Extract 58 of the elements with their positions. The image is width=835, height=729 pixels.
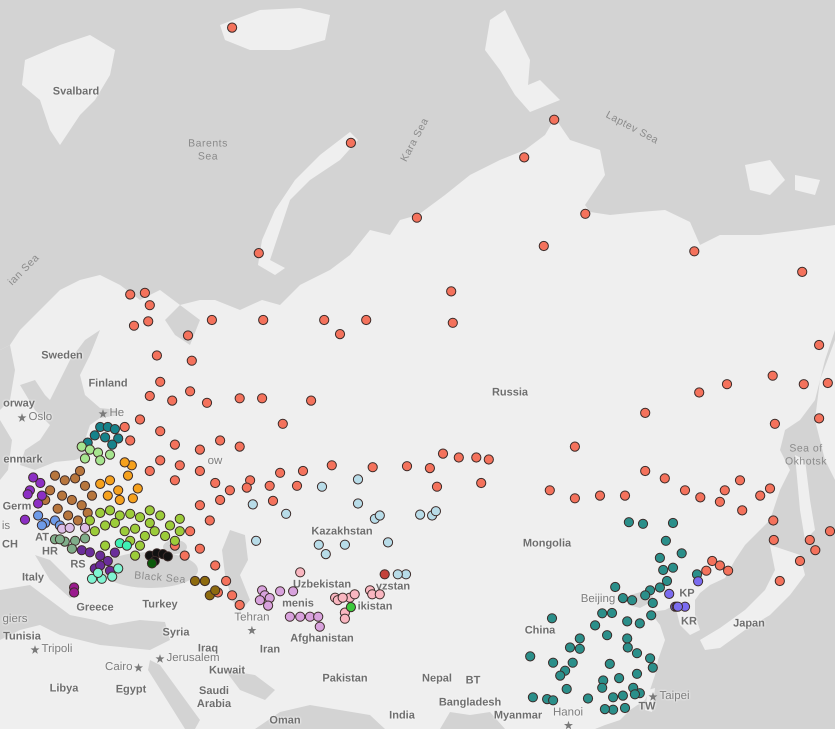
country-label: ikistan [358, 600, 392, 614]
country-label: Turkey [142, 598, 178, 612]
country-label: Sweden [41, 349, 83, 363]
sea-label: ian Sea [6, 252, 42, 288]
city-label: He [110, 407, 124, 421]
city-label: Cairo [105, 661, 132, 675]
country-label: Mongolia [522, 537, 572, 551]
sea-label: Kara Sea [398, 116, 432, 164]
country-label: AT [35, 531, 49, 545]
country-label: Italy [22, 571, 44, 585]
country-label: China [524, 624, 556, 638]
country-label: HR [42, 545, 58, 559]
country-label: Russia [492, 386, 528, 400]
country-label: KP [679, 587, 695, 601]
sea-label: Barents Sea [188, 137, 228, 163]
country-label: Germ [2, 500, 32, 514]
country-label: Japan [733, 617, 765, 631]
country-label: Uzbekistan [292, 578, 352, 592]
country-label: enmark [3, 453, 43, 467]
country-label: orway [3, 397, 35, 411]
country-label: Bangladesh [438, 696, 502, 710]
country-label: Kuwait [208, 664, 246, 678]
country-label: Saudi Arabia [196, 684, 232, 712]
city-label: Taipei [660, 690, 690, 704]
country-label: Afghanistan [290, 632, 354, 646]
country-label: Tunisia [3, 630, 41, 644]
place-label: Beijing [580, 593, 616, 607]
city-label: Jerusalem [166, 652, 220, 666]
country-label: yzstan [376, 580, 410, 594]
city-label: Tehran [234, 612, 270, 626]
country-label: Kazakhstan [311, 525, 373, 539]
city-label: Oslo [28, 411, 52, 425]
country-label: Pakistan [322, 672, 368, 686]
city-label: Hanoi [552, 706, 584, 720]
country-label: RS [70, 558, 86, 572]
sea-label: Black Sea [134, 569, 186, 587]
country-label: TW [638, 700, 656, 714]
country-label: Myanmar [494, 709, 542, 723]
country-label: Oman [269, 714, 301, 728]
country-label: BT [466, 674, 480, 688]
country-label: Finland [88, 377, 128, 391]
country-label: menis [282, 597, 314, 611]
country-label: Iraq [198, 642, 218, 654]
country-label: Greece [76, 601, 114, 615]
country-label: Svalbard [52, 85, 100, 99]
country-label: Libya [50, 682, 78, 696]
country-label: Iran [260, 643, 280, 657]
city-label: Tripoli [42, 643, 72, 657]
country-label: CH [2, 538, 18, 552]
country-label: Nepal [422, 672, 452, 686]
sea-label: Sea of Okhotsk [785, 442, 827, 468]
place-label: ow [208, 455, 222, 469]
place-label: giers [2, 613, 28, 627]
country-label: KR [681, 615, 697, 629]
place-label: is [2, 520, 10, 534]
country-label: Syria [162, 626, 190, 640]
country-label: India [389, 709, 415, 723]
country-label: Egypt [116, 683, 146, 697]
